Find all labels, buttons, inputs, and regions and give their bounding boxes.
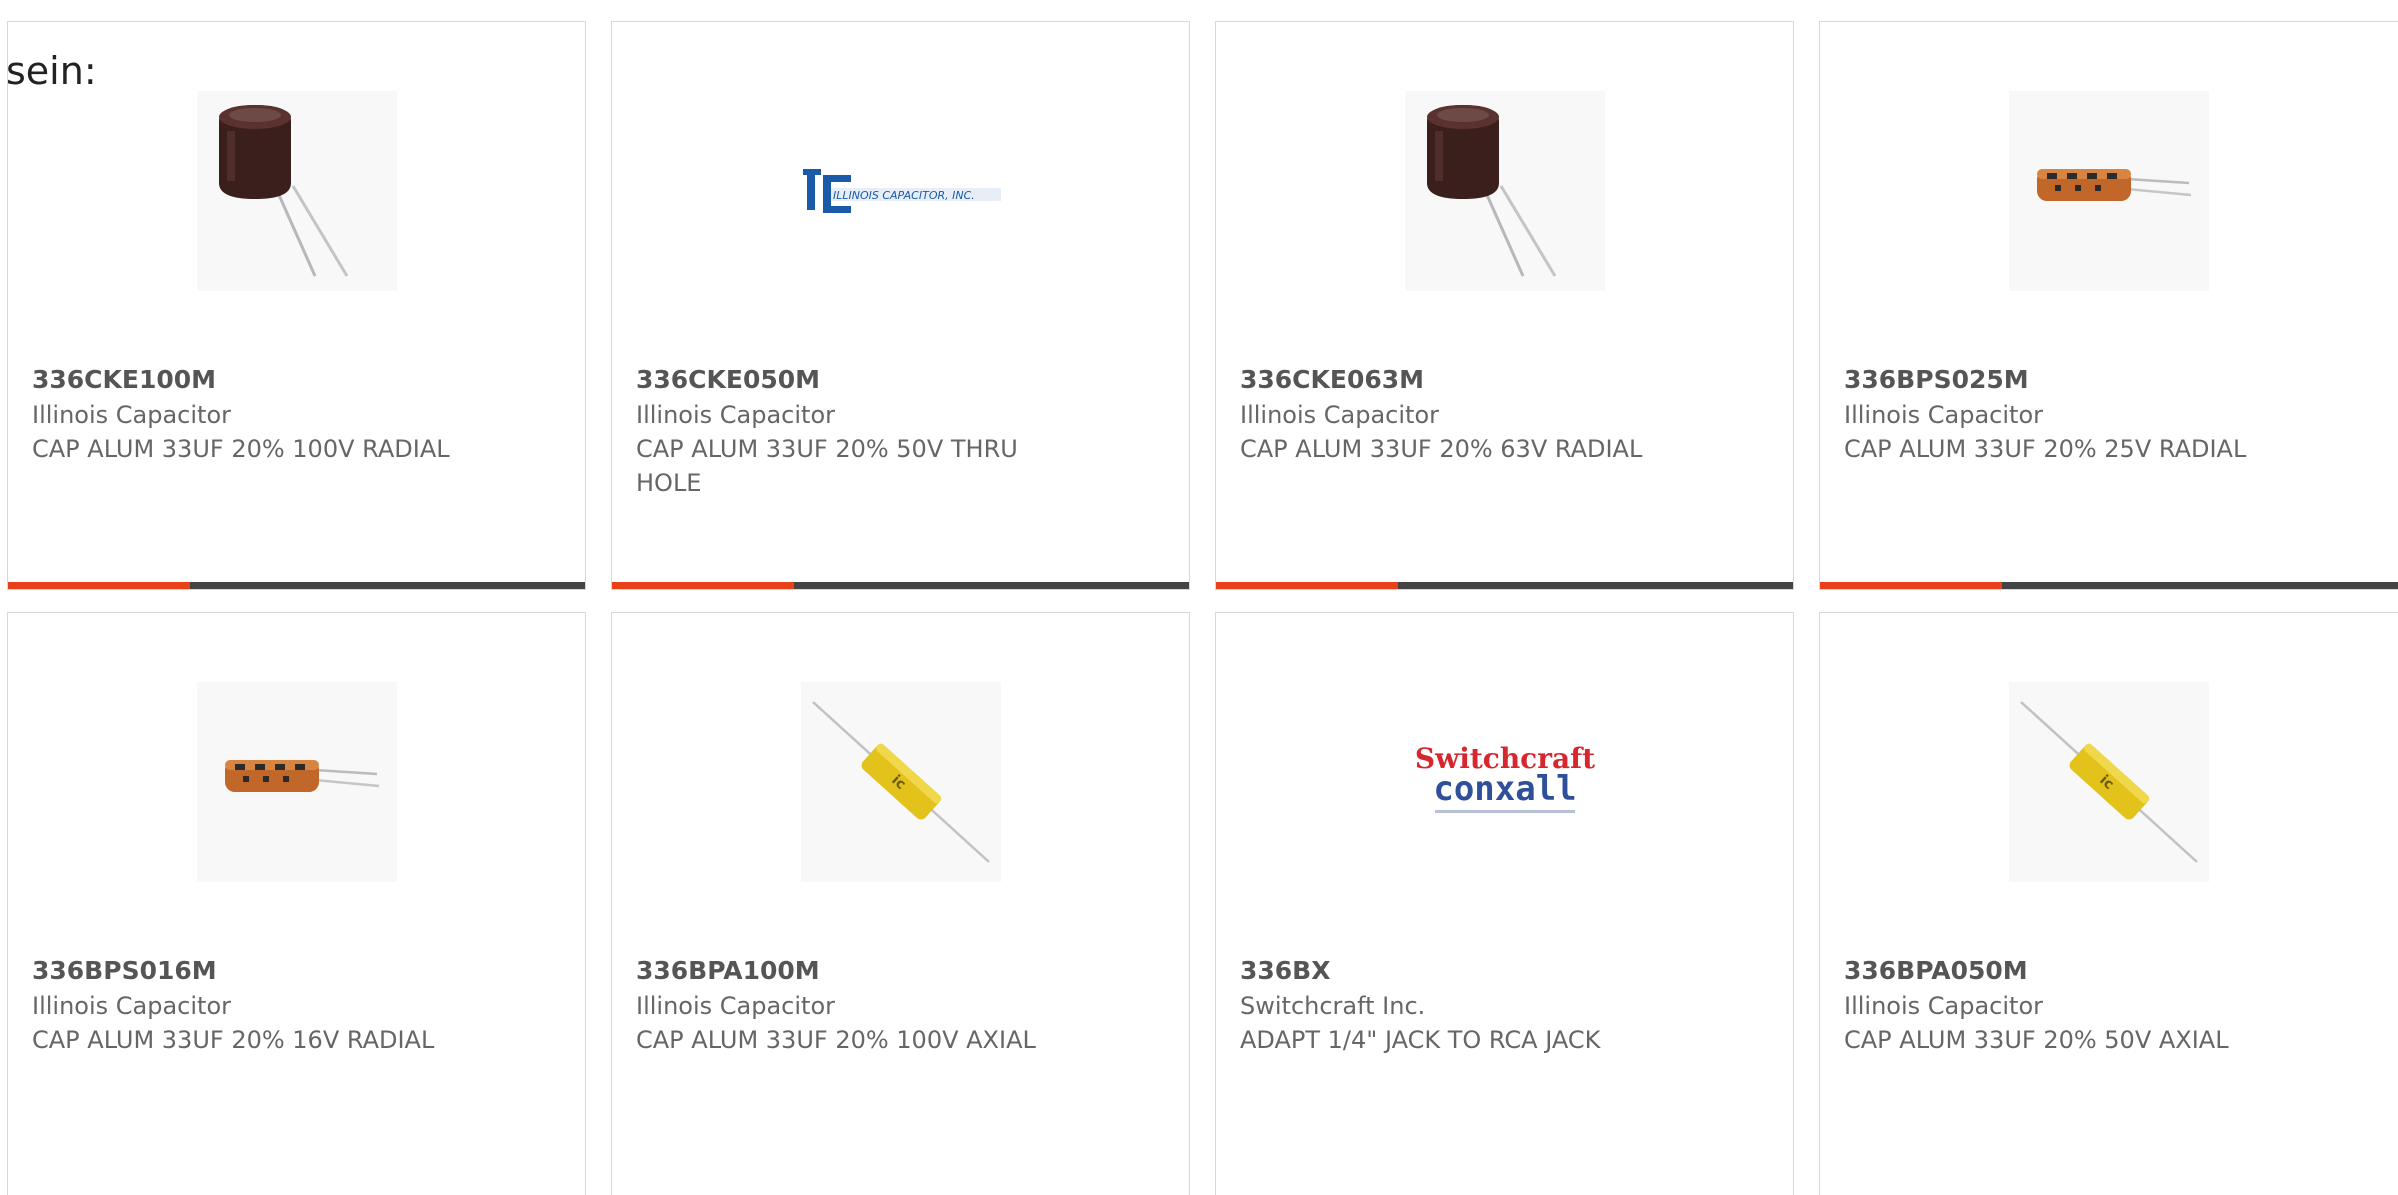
card-accent-bar xyxy=(1216,582,1398,589)
card-accent-bar xyxy=(1820,582,2002,589)
product-card[interactable]: ic 336BPA100M Illinois Capacitor CAP ALU… xyxy=(611,612,1190,1195)
product-image[interactable] xyxy=(1405,91,1605,291)
product-manufacturer: Illinois Capacitor xyxy=(32,401,232,429)
card-bottom-bar xyxy=(8,582,585,589)
product-grid: 336CKE100M Illinois Capacitor CAP ALUM 3… xyxy=(7,21,2398,1195)
product-part-number[interactable]: 336CKE050M xyxy=(636,362,1086,398)
product-image[interactable] xyxy=(2009,91,2209,291)
product-image[interactable]: ic xyxy=(801,682,1001,882)
product-card[interactable]: 336CKE100M Illinois Capacitor CAP ALUM 3… xyxy=(7,21,586,590)
product-part-number[interactable]: 336CKE063M xyxy=(1240,362,1690,398)
product-card[interactable]: 336CKE063M Illinois Capacitor CAP ALUM 3… xyxy=(1215,21,1794,590)
product-description: CAP ALUM 33UF 20% 100V AXIAL xyxy=(636,1026,1036,1054)
illinois-logo-text: ILLINOIS CAPACITOR, INC. xyxy=(833,189,975,202)
product-card[interactable]: Switchcraft conxall 336BX Switchcraft In… xyxy=(1215,612,1794,1195)
product-part-number[interactable]: 336CKE100M xyxy=(32,362,482,398)
product-description: CAP ALUM 33UF 20% 50V AXIAL xyxy=(1844,1026,2229,1054)
product-manufacturer: Illinois Capacitor xyxy=(32,992,232,1020)
axial-capacitor-icon: ic xyxy=(812,701,990,863)
card-bottom-bar xyxy=(1216,582,1793,589)
card-bottom-bar xyxy=(612,582,1189,589)
product-card[interactable]: 336BPS016M Illinois Capacitor CAP ALUM 3… xyxy=(7,612,586,1195)
product-manufacturer: Switchcraft Inc. xyxy=(1240,992,1426,1020)
product-description: CAP ALUM 33UF 20% 100V RADIAL xyxy=(32,435,450,463)
product-description: CAP ALUM 33UF 20% 16V RADIAL xyxy=(32,1026,435,1054)
product-part-number[interactable]: 336BPS016M xyxy=(32,953,482,989)
product-image[interactable]: ILLINOIS CAPACITOR, INC. xyxy=(801,91,1001,291)
product-image[interactable] xyxy=(197,682,397,882)
product-description: CAP ALUM 33UF 20% 25V RADIAL xyxy=(1844,435,2247,463)
product-manufacturer: Illinois Capacitor xyxy=(1240,401,1440,429)
product-part-number[interactable]: 336BX xyxy=(1240,953,1690,989)
radial-capacitor-icon xyxy=(219,105,349,277)
orange-capacitor-icon xyxy=(225,760,380,792)
illinois-capacitor-logo-icon: ILLINOIS CAPACITOR, INC. xyxy=(803,169,1001,213)
product-description: CAP ALUM 33UF 20% 50V THRU HOLE xyxy=(636,435,1018,497)
radial-capacitor-icon xyxy=(1427,105,1557,277)
product-manufacturer: Illinois Capacitor xyxy=(1844,401,2044,429)
product-image[interactable] xyxy=(197,91,397,291)
product-manufacturer: Illinois Capacitor xyxy=(636,992,836,1020)
product-manufacturer: Illinois Capacitor xyxy=(1844,992,2044,1020)
product-manufacturer: Illinois Capacitor xyxy=(636,401,836,429)
svg-text:conxall: conxall xyxy=(1433,769,1576,809)
switchcraft-conxall-logo-icon: Switchcraft conxall xyxy=(1415,742,1595,813)
intro-text: sein: xyxy=(6,49,97,93)
card-accent-bar xyxy=(612,582,794,589)
product-card[interactable]: 336BPS025M Illinois Capacitor CAP ALUM 3… xyxy=(1819,21,2398,590)
product-image[interactable]: Switchcraft conxall xyxy=(1405,682,1605,882)
product-part-number[interactable]: 336BPA050M xyxy=(1844,953,2294,989)
product-image[interactable]: ic xyxy=(2009,682,2209,882)
product-card[interactable]: ic 336BPA050M Illinois Capacitor CAP ALU… xyxy=(1819,612,2398,1195)
orange-capacitor-icon xyxy=(2037,169,2192,201)
product-description: ADAPT 1/4" JACK TO RCA JACK xyxy=(1240,1026,1601,1054)
product-description: CAP ALUM 33UF 20% 63V RADIAL xyxy=(1240,435,1643,463)
axial-capacitor-icon: ic xyxy=(2020,701,2198,863)
product-part-number[interactable]: 336BPA100M xyxy=(636,953,1086,989)
card-accent-bar xyxy=(8,582,190,589)
card-bottom-bar xyxy=(1820,582,2398,589)
product-card[interactable]: ILLINOIS CAPACITOR, INC. 336CKE050M Illi… xyxy=(611,21,1190,590)
product-part-number[interactable]: 336BPS025M xyxy=(1844,362,2294,398)
